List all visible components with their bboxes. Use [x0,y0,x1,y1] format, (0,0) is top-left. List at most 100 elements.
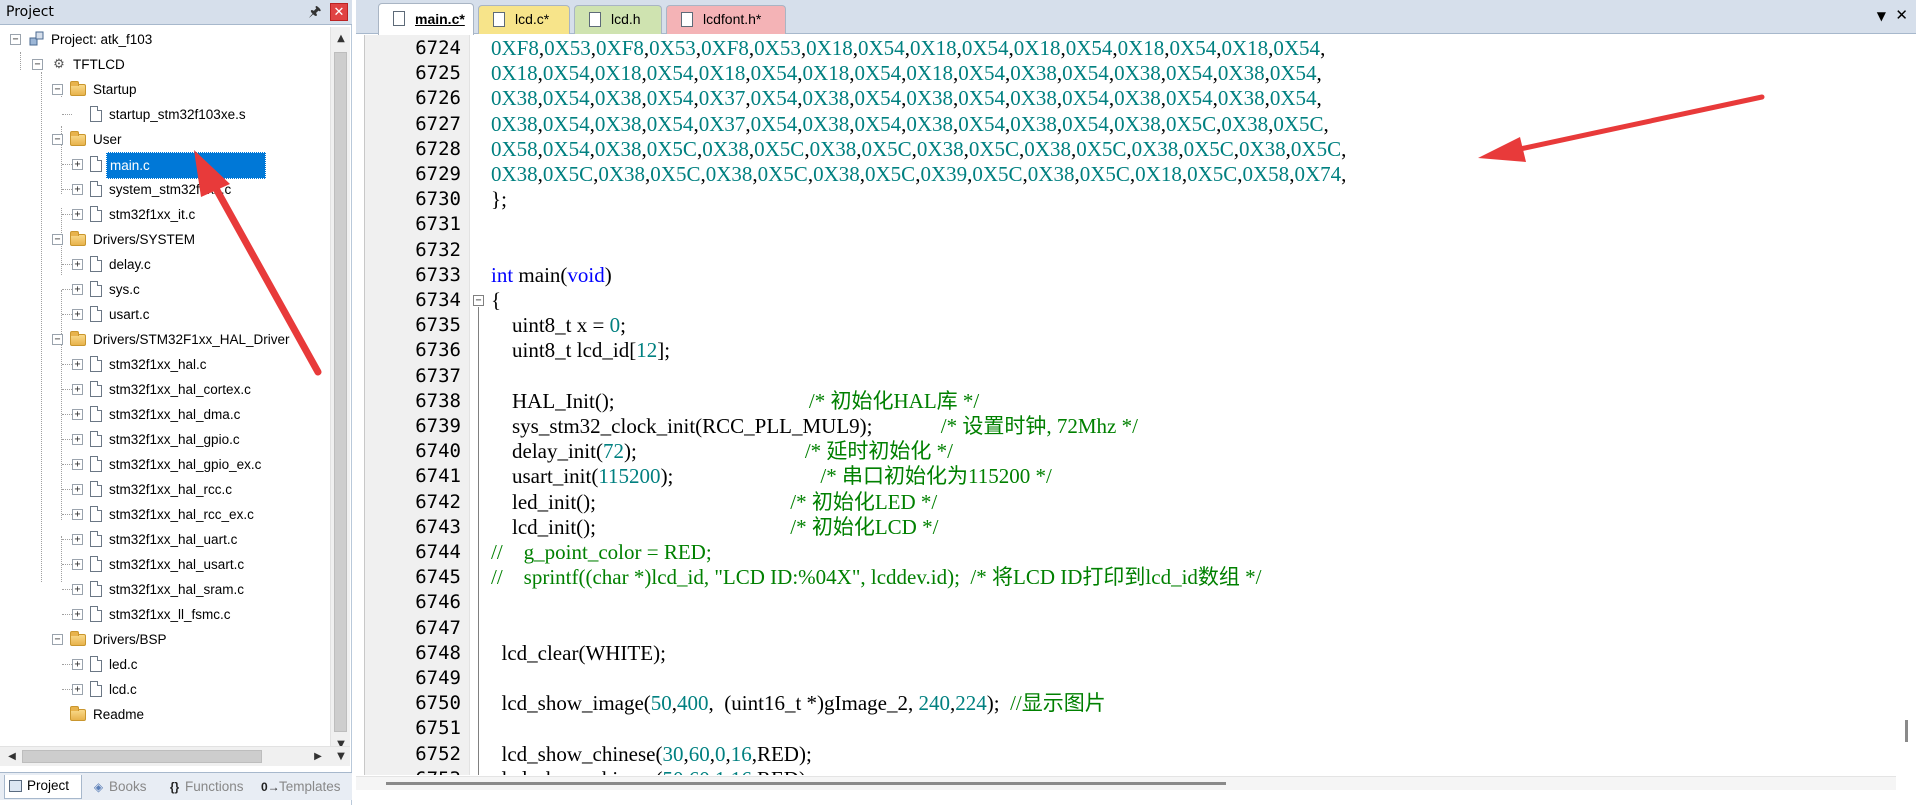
tab-lcd-h[interactable]: lcd.h [574,5,662,34]
tree-item[interactable]: + usart.c [0,302,330,327]
editor-vertical-scrollbar[interactable] [1896,35,1916,775]
code-line[interactable]: lcd_show_chinese(50,60,1,16,RED); [491,767,812,775]
expand-icon[interactable]: + [72,209,83,220]
expand-icon[interactable]: + [72,409,83,420]
code-line[interactable]: 0X38,0X5C,0X38,0X5C,0X38,0X5C,0X38,0X5C,… [491,162,1346,187]
tree-item[interactable]: + stm32f1xx_hal_rcc_ex.c [0,502,330,527]
tree-item[interactable]: + stm32f1xx_hal.c [0,352,330,377]
tree-item[interactable]: − Project: atk_f103 [0,27,330,52]
scroll-right-icon[interactable]: ▶ [310,749,326,765]
pin-icon[interactable]: 🖈︎ [306,3,324,21]
code-line[interactable]: 0X38,0X54,0X38,0X54,0X37,0X54,0X38,0X54,… [491,112,1329,137]
expand-icon[interactable]: + [72,484,83,495]
tree-item[interactable]: − Drivers/SYSTEM [0,227,330,252]
code-line[interactable]: // sprintf((char *)lcd_id, "LCD ID:%04X"… [491,565,1262,590]
code-line[interactable]: uint8_t x = 0; [491,313,626,338]
expand-icon[interactable]: + [72,584,83,595]
tree-item[interactable]: + delay.c [0,252,330,277]
tree-item[interactable]: + lcd.c [0,677,330,702]
expand-icon[interactable]: + [72,184,83,195]
code-line[interactable]: }; [491,187,507,212]
tab-lcdfont-h[interactable]: lcdfont.h* [666,5,786,34]
tab-project[interactable]: Project [4,775,82,799]
expand-icon[interactable]: + [72,534,83,545]
tree-item[interactable]: + led.c [0,652,330,677]
expand-icon[interactable]: + [72,684,83,695]
tab-main-c[interactable]: main.c* [378,3,474,35]
tab-templates[interactable]: 0→ Templates [256,775,350,799]
code-line[interactable]: led_init(); /* 初始化LED */ [491,490,937,515]
expand-icon[interactable]: + [72,434,83,445]
tab-functions[interactable]: {} Functions [162,775,254,799]
tree-item[interactable]: + system_stm32f1xx.c [0,177,330,202]
chevron-down-icon[interactable]: ▼ [1877,9,1886,23]
tree-item[interactable]: + stm32f1xx_it.c [0,202,330,227]
tree-item[interactable]: − Startup [0,77,330,102]
tree-item[interactable]: + main.c [0,152,330,179]
expand-icon[interactable]: + [72,309,83,320]
code-line[interactable]: delay_init(72); /* 延时初始化 */ [491,439,953,464]
expand-icon[interactable]: + [72,284,83,295]
expand-icon[interactable]: + [72,659,83,670]
code-line[interactable]: lcd_clear(WHITE); [491,641,666,666]
tree-item[interactable]: + stm32f1xx_hal_cortex.c [0,377,330,402]
collapse-icon[interactable]: − [10,34,21,45]
tree-item[interactable]: + sys.c [0,277,330,302]
tab-books[interactable]: ◈ Books [86,775,158,799]
tree-item[interactable]: + stm32f1xx_hal_usart.c [0,552,330,577]
tree-item[interactable]: + stm32f1xx_hal_sram.c [0,577,330,602]
code-line[interactable]: sys_stm32_clock_init(RCC_PLL_MUL9); /* 设… [491,414,1138,439]
tree-item[interactable]: + stm32f1xx_hal_gpio_ex.c [0,452,330,477]
code-line[interactable]: 0XF8,0X53,0XF8,0X53,0XF8,0X53,0X18,0X54,… [491,36,1325,61]
code-line[interactable]: lcd_show_image(50,400, (uint16_t *)gImag… [491,691,1106,716]
tree-item[interactable]: + stm32f1xx_hal_dma.c [0,402,330,427]
tree-item[interactable]: startup_stm32f103xe.s [0,102,330,127]
expand-icon[interactable]: + [72,159,83,170]
code-line[interactable]: { [491,288,501,313]
tree-item[interactable]: + stm32f1xx_ll_fsmc.c [0,602,330,627]
close-icon[interactable]: ✕ [1895,6,1908,24]
tree-item[interactable]: Readme [0,702,330,727]
collapse-icon[interactable]: − [52,134,63,145]
expand-icon[interactable]: + [72,384,83,395]
collapse-icon[interactable]: − [52,234,63,245]
expand-icon[interactable]: + [72,609,83,620]
code-line[interactable]: 0X58,0X54,0X38,0X5C,0X38,0X5C,0X38,0X5C,… [491,137,1346,162]
expand-icon[interactable]: + [72,509,83,520]
tree-hscroll-thumb[interactable] [22,750,262,763]
expand-icon[interactable]: + [72,359,83,370]
expand-icon[interactable]: + [72,459,83,470]
collapse-icon[interactable]: − [32,59,43,70]
tree-vertical-scrollbar[interactable]: ▲ ▼ [330,27,350,757]
close-icon[interactable]: ✕ [330,3,348,21]
editor-hscroll-thumb[interactable] [386,782,1226,785]
tree-scroll-thumb[interactable] [334,52,347,732]
code-line[interactable]: lcd_show_chinese(30,60,0,16,RED); [491,742,812,767]
editor-vscroll-thumb[interactable] [1905,720,1908,742]
tab-lcd-c[interactable]: lcd.c* [478,5,570,34]
code-line[interactable]: lcd_init(); /* 初始化LCD */ [491,515,938,540]
scroll-up-icon[interactable]: ▲ [333,31,349,47]
tree-item[interactable]: + stm32f1xx_hal_rcc.c [0,477,330,502]
code-line[interactable]: HAL_Init(); /* 初始化HAL库 */ [491,389,979,414]
tree-item[interactable]: + stm32f1xx_hal_uart.c [0,527,330,552]
collapse-icon[interactable]: − [52,84,63,95]
expand-icon[interactable]: + [72,559,83,570]
code-editor[interactable]: 6724 6725 6726 6727 6728 6729 6730 6731 6732 6733… [364,35,1892,775]
tree-item[interactable]: − ⚙ TFTLCD [0,52,330,77]
tree-item[interactable]: + stm32f1xx_hal_gpio.c [0,427,330,452]
collapse-icon[interactable]: − [52,634,63,645]
code-line[interactable]: int main(void) [491,263,612,288]
code-line[interactable]: 0X38,0X54,0X38,0X54,0X37,0X54,0X38,0X54,… [491,86,1322,111]
scroll-down-icon[interactable]: ▼ [333,749,349,765]
tree-item[interactable]: − User [0,127,330,152]
tree-item[interactable]: − Drivers/BSP [0,627,330,652]
code-line[interactable]: usart_init(115200); /* 串口初始化为115200 */ [491,464,1052,489]
fold-toggle-icon[interactable]: − [473,295,484,306]
code-line[interactable]: uint8_t lcd_id[12]; [491,338,670,363]
tree-item[interactable]: − Drivers/STM32F1xx_HAL_Driver [0,327,330,352]
tree-horizontal-scrollbar[interactable]: ◀ ▶ ▼ [0,746,350,766]
collapse-icon[interactable]: − [52,334,63,345]
expand-icon[interactable]: + [72,259,83,270]
code-line[interactable]: 0X18,0X54,0X18,0X54,0X18,0X54,0X18,0X54,… [491,61,1322,86]
